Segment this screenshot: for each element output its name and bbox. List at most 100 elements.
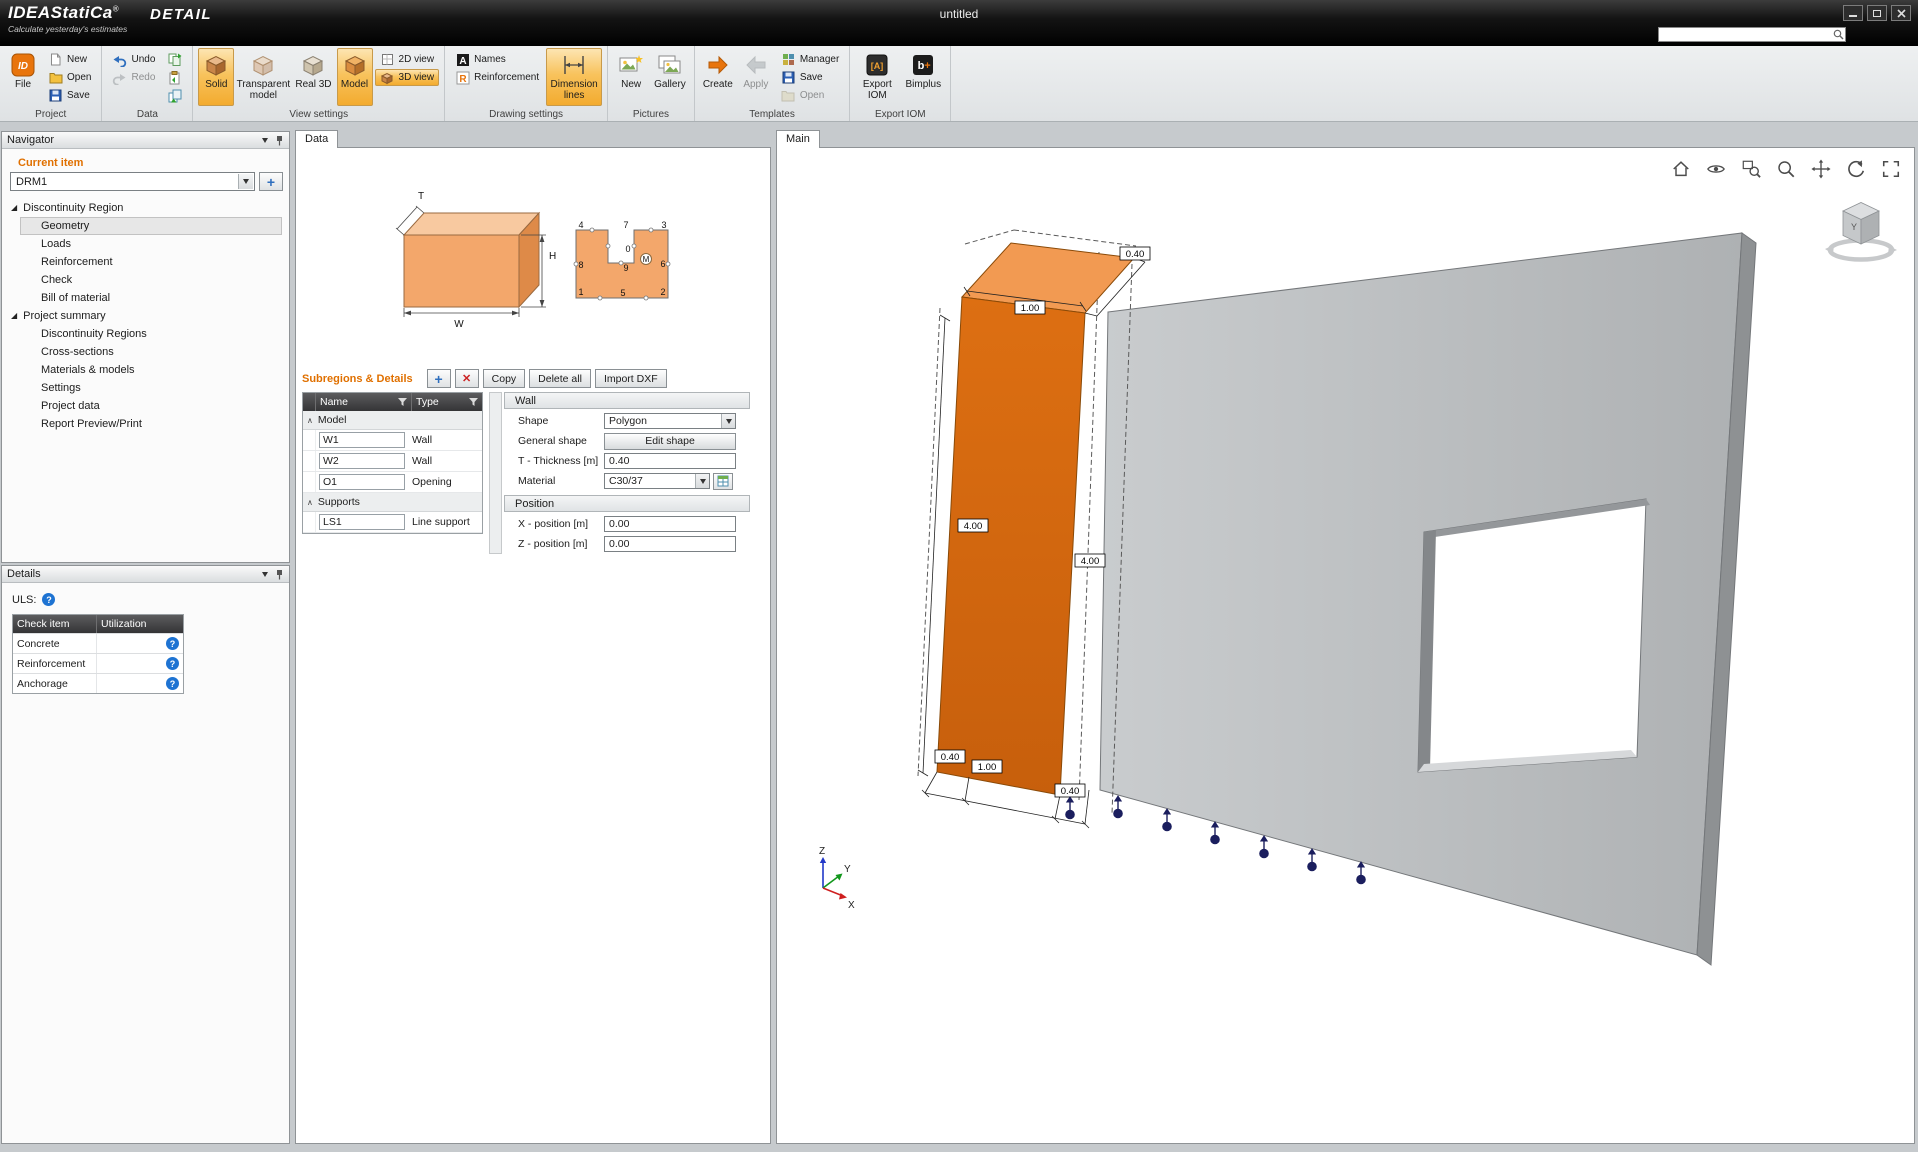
gallery-button[interactable]: Gallery [651,48,689,106]
view-2d-button[interactable]: 2D view [375,51,440,68]
create-template-button[interactable]: Create [700,48,736,106]
subregion-row-o1[interactable]: O1 Opening [303,472,482,493]
details-panel-header[interactable]: Details [2,566,289,583]
edit-shape-button[interactable]: Edit shape [604,433,736,450]
name-cell[interactable]: LS1 [319,514,405,530]
tree-expander-icon[interactable]: ◢ [11,204,17,212]
uls-help-icon[interactable]: ? [42,593,55,606]
tree-expander-icon[interactable]: ◢ [11,312,17,320]
material-library-button[interactable] [713,473,733,490]
copy-item-button[interactable] [162,51,187,68]
reinforcement-toggle-button[interactable]: R Reinforcement [450,69,544,86]
redo-button[interactable]: Redo [107,69,160,86]
name-cell[interactable]: W2 [319,453,405,469]
pin-icon[interactable] [275,135,284,146]
maximize-button[interactable] [1867,5,1887,21]
shape-select[interactable]: Polygon [604,413,736,429]
search-box[interactable] [1658,27,1846,42]
home-view-button[interactable] [1670,158,1692,180]
group-row-model[interactable]: ∧ Model [303,411,482,430]
collapse-caret-icon[interactable]: ∧ [307,498,313,507]
name-cell[interactable]: W1 [319,432,405,448]
panel-menu-icon[interactable] [262,572,268,577]
tree-section-discontinuity-region[interactable]: ◢ Discontinuity Region [2,199,289,217]
tree-item-bill-of-material[interactable]: Bill of material [20,289,282,307]
row-selector[interactable] [303,512,316,532]
subregion-row-ls1[interactable]: LS1 Line support [303,512,482,533]
row-selector[interactable] [303,451,316,471]
tree-item-loads[interactable]: Loads [20,235,282,253]
minimize-button[interactable] [1843,5,1863,21]
tree-item-cross-sections[interactable]: Cross-sections [20,343,282,361]
table-row[interactable]: Anchorage ? [13,673,183,693]
tree-item-settings[interactable]: Settings [20,379,282,397]
collapse-caret-icon[interactable]: ∧ [307,416,313,425]
x-position-input[interactable]: 0.00 [604,516,736,532]
solid-view-button[interactable]: Solid [198,48,234,106]
delete-all-button[interactable]: Delete all [529,369,591,388]
filter-funnel-icon[interactable] [398,398,407,407]
viewport-3d-scene[interactable]: 0.40 1.00 4.00 4.00 0.40 [777,148,1914,1143]
template-manager-button[interactable]: Manager [776,51,844,68]
bimplus-button[interactable]: b+ Bimplus [901,48,945,106]
zoom-button[interactable] [1775,158,1797,180]
tab-data[interactable]: Data [295,130,338,148]
real-3d-button[interactable]: Real 3D [292,48,334,106]
tree-item-report-preview-print[interactable]: Report Preview/Print [20,415,282,433]
file-button[interactable]: ID File [5,48,41,106]
help-icon[interactable]: ? [166,637,179,650]
navigator-panel-header[interactable]: Navigator [2,132,289,149]
search-input[interactable] [1659,29,1831,41]
type-column-header[interactable]: Type [412,393,482,411]
duplicate-item-button[interactable] [162,87,187,104]
row-selector[interactable] [303,472,316,492]
search-icon[interactable] [1831,29,1845,40]
dimension-lines-button[interactable]: Dimension lines [546,48,602,106]
new-picture-button[interactable]: New [613,48,649,106]
rotate-view-button[interactable] [1845,158,1867,180]
view-direction-button[interactable] [1705,158,1727,180]
open-project-button[interactable]: Open [43,69,96,86]
filter-funnel-icon[interactable] [469,398,478,407]
name-cell[interactable]: O1 [319,474,405,490]
dropdown-arrow-icon[interactable] [721,414,735,428]
tree-item-check[interactable]: Check [20,271,282,289]
template-save-button[interactable]: Save [776,69,844,86]
material-select[interactable]: C30/37 [604,473,710,489]
row-selector[interactable] [303,430,316,450]
fullscreen-button[interactable] [1880,158,1902,180]
new-project-button[interactable]: New [43,51,96,68]
group-row-supports[interactable]: ∧ Supports [303,493,482,512]
tree-item-project-data[interactable]: Project data [20,397,282,415]
tree-item-materials-models[interactable]: Materials & models [20,361,282,379]
panel-menu-icon[interactable] [262,138,268,143]
save-project-button[interactable]: Save [43,87,96,104]
dropdown-arrow-icon[interactable] [695,474,709,488]
navigation-cube[interactable]: Y [1824,192,1898,271]
z-position-input[interactable]: 0.00 [604,536,736,552]
close-button[interactable] [1891,5,1911,21]
apply-template-button[interactable]: Apply [738,48,774,106]
tree-item-discontinuity-regions[interactable]: Discontinuity Regions [20,325,282,343]
paste-item-button[interactable] [162,69,187,86]
model-view-button[interactable]: Model [337,48,373,106]
zoom-window-button[interactable] [1740,158,1762,180]
name-column-header[interactable]: Name [316,393,412,411]
tree-section-project-summary[interactable]: ◢ Project summary [2,307,289,325]
thickness-input[interactable]: 0.40 [604,453,736,469]
pin-icon[interactable] [275,569,284,580]
tree-item-reinforcement[interactable]: Reinforcement [20,253,282,271]
subregion-row-w1[interactable]: W1 Wall [303,430,482,451]
help-icon[interactable]: ? [166,657,179,670]
copy-button[interactable]: Copy [483,369,526,388]
tab-main[interactable]: Main [776,130,820,148]
tree-item-geometry[interactable]: Geometry [20,217,282,235]
template-open-button[interactable]: Open [776,87,844,104]
import-dxf-button[interactable]: Import DXF [595,369,667,388]
table-row[interactable]: Concrete ? [13,633,183,653]
dropdown-arrow-icon[interactable] [238,174,253,189]
table-row[interactable]: Reinforcement ? [13,653,183,673]
add-region-button[interactable]: + [259,172,283,191]
view-3d-button[interactable]: 3D view [375,69,440,86]
help-icon[interactable]: ? [166,677,179,690]
